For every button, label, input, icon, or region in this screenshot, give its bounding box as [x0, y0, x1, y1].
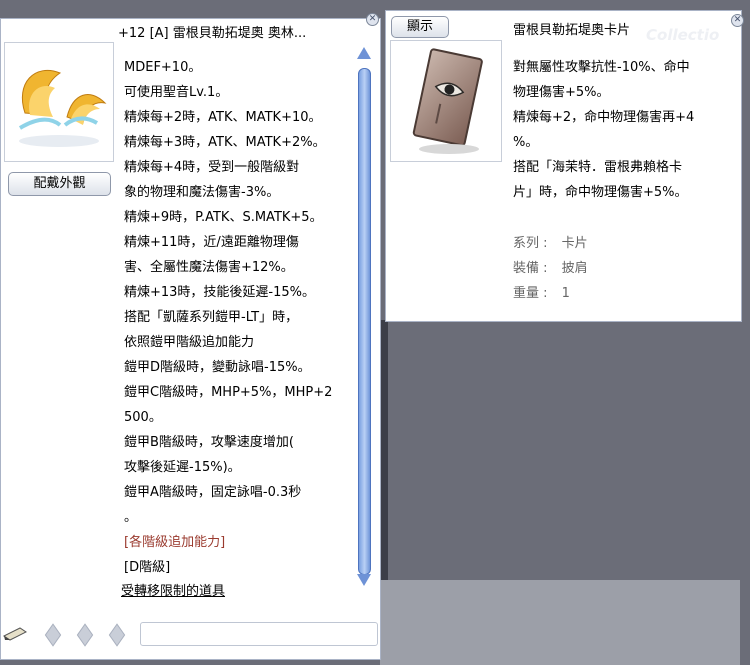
- description-line: 鎧甲B階級時，攻擊速度增加(: [124, 435, 294, 450]
- description-line: MDEF+10。: [124, 60, 202, 75]
- description-line: 可使用聖音Lv.1。: [124, 85, 229, 100]
- collection-watermark: Collectio: [646, 26, 720, 44]
- card-prop-series: 系列 : 卡片: [513, 232, 588, 251]
- card-description-line: 物理傷害+5%。: [513, 85, 610, 100]
- card-title: 雷根貝勒拓堤奧卡片: [513, 23, 631, 38]
- card-description-line: 搭配「海茉特．雷根弗賴格卡: [513, 160, 683, 175]
- description-line: 搭配「凱薩系列鎧甲-LT」時，: [124, 310, 299, 325]
- appearance-button[interactable]: 配戴外觀: [8, 172, 111, 196]
- prop-value: 卡片: [561, 236, 588, 251]
- description-line: 。: [124, 510, 138, 525]
- footer-field[interactable]: [140, 622, 378, 646]
- card-description-line: 片」時，命中物理傷害+5%。: [513, 185, 688, 200]
- restriction-link[interactable]: 受轉移限制的道具: [121, 580, 225, 599]
- description-line: 鎧甲D階級時，變動詠唱-15%。: [124, 360, 311, 375]
- pencil-icon[interactable]: [2, 624, 30, 642]
- prop-label: 系列 :: [513, 236, 548, 251]
- description-line: 精煉每+3時，ATK、MATK+2%。: [124, 135, 326, 150]
- description-line: 害、全屬性魔法傷害+12%。: [124, 260, 294, 275]
- description-line: 象的物理和魔法傷害-3%。: [124, 185, 280, 200]
- description-line: 精煉+9時，P.ATK、S.MATK+5。: [124, 210, 323, 225]
- prop-value: 披肩: [561, 261, 588, 276]
- item-image-frame: [4, 42, 114, 162]
- wing-headgear-icon: [18, 69, 107, 147]
- prop-label: 重量 :: [513, 286, 548, 301]
- card-prop-equip: 裝備 : 披肩: [513, 257, 588, 276]
- grade-header: [各階級追加能力]: [124, 535, 226, 550]
- card-window-close-button[interactable]: ✕: [731, 14, 744, 27]
- scroll-down-arrow-icon[interactable]: [357, 574, 371, 586]
- card-illustration-icon: [412, 48, 483, 154]
- description-line: 攻擊後延遲-15%)。: [124, 460, 241, 475]
- description-line: 精煉+11時，近/遠距離物理傷: [124, 235, 299, 250]
- item-window-close-button[interactable]: ✕: [366, 13, 379, 26]
- card-description-line: %。: [513, 135, 539, 150]
- prop-value: 1: [561, 286, 570, 301]
- description-line: 精煉+13時，技能後延遲-15%。: [124, 285, 316, 300]
- scroll-up-arrow-icon[interactable]: [357, 47, 371, 59]
- description-line: 精煉每+4時，受到一般階級對: [124, 160, 300, 175]
- card-description-line: 精煉每+2，命中物理傷害再+4: [513, 110, 695, 125]
- grade-label: [D階級]: [124, 560, 171, 575]
- description-line: 精煉每+2時，ATK、MATK+10。: [124, 110, 322, 125]
- description-line: 依照鎧甲階級追加能力: [124, 335, 255, 350]
- card-image-frame: [390, 40, 502, 162]
- prop-label: 裝備 :: [513, 261, 548, 276]
- display-button[interactable]: 顯示: [391, 16, 449, 38]
- scrollbar-thumb[interactable]: [358, 68, 371, 575]
- card-description-line: 對無屬性攻擊抗性-10%、命中: [513, 60, 690, 75]
- description-line: 鎧甲C階級時，MHP+5%，MHP+2: [124, 385, 333, 400]
- description-line: 鎧甲A階級時，固定詠唱-0.3秒: [124, 485, 302, 500]
- description-line: 500。: [124, 410, 162, 425]
- background-strip-2: [380, 580, 740, 665]
- item-title: +12 [A] 雷根貝勒拓堤奧 奧林...: [118, 26, 307, 41]
- card-prop-weight: 重量 : 1: [513, 282, 570, 301]
